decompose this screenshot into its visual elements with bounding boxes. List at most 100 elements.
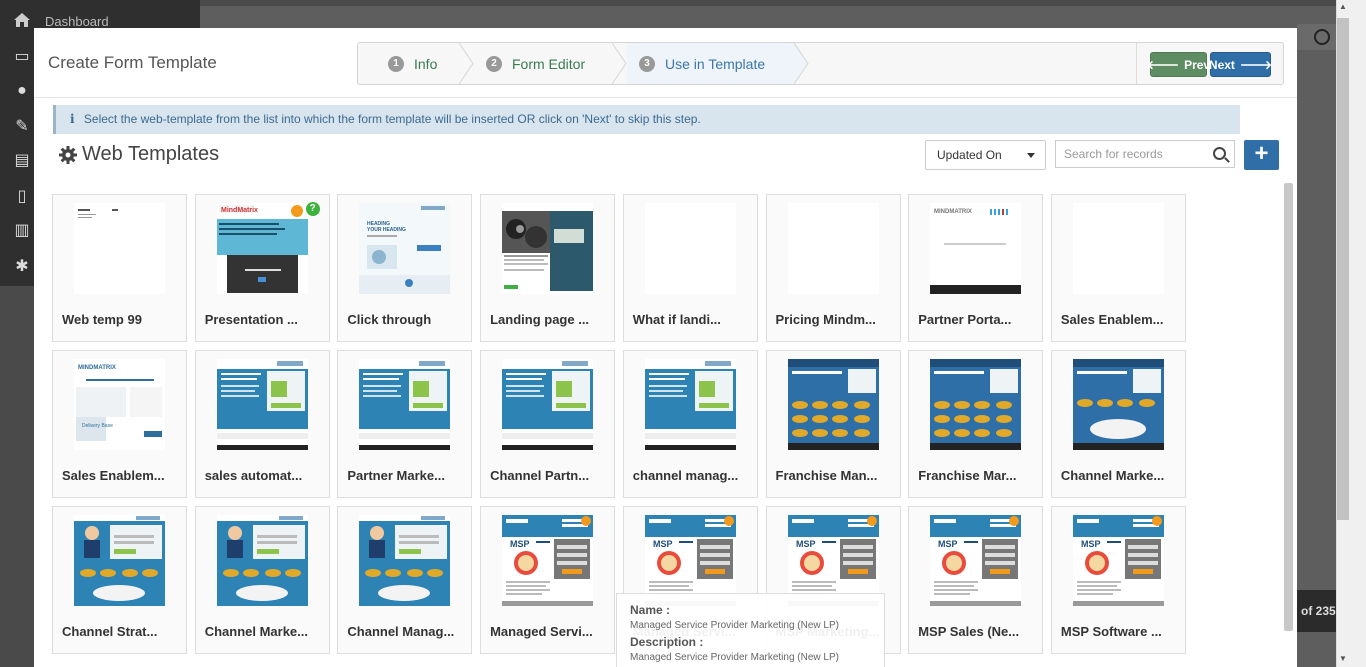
search-input[interactable]: [1056, 141, 1206, 167]
template-thumbnail[interactable]: [644, 203, 736, 294]
template-thumbnail[interactable]: [216, 359, 308, 450]
template-name: Click through: [347, 312, 432, 327]
template-card[interactable]: Sales Enablem...: [1050, 194, 1186, 342]
template-thumbnail[interactable]: MSP: [502, 515, 594, 606]
template-thumbnail[interactable]: [502, 359, 594, 450]
files-icon[interactable]: ▤: [11, 150, 33, 172]
template-thumbnail[interactable]: [74, 515, 165, 606]
template-card[interactable]: Partner Marke...: [337, 350, 473, 498]
template-card[interactable]: MSP MSP Software ...: [1050, 506, 1186, 654]
page-scroll-thumb[interactable]: [1337, 18, 1349, 520]
chart-icon[interactable]: ▥: [11, 220, 33, 242]
thumbnail-image: [787, 359, 879, 450]
template-card[interactable]: MindMatrix? Presentation ...: [194, 194, 330, 342]
template-card[interactable]: sales automat...: [194, 350, 330, 498]
template-card[interactable]: What if landi...: [622, 194, 758, 342]
step-use-in-template[interactable]: 3 Use in Template: [627, 43, 795, 84]
step-separator: [459, 43, 474, 84]
wrench-icon[interactable]: ✎: [11, 116, 33, 138]
template-thumbnail[interactable]: [216, 515, 308, 606]
template-card[interactable]: Landing page ...: [480, 194, 616, 342]
template-thumbnail[interactable]: [644, 359, 736, 450]
wizard-divider: [1136, 43, 1137, 84]
step-separator: [612, 43, 627, 84]
template-card[interactable]: Channel Strat...: [52, 506, 187, 654]
template-name: Channel Marke...: [1060, 468, 1165, 483]
tooltip-desc-label: Description :: [630, 635, 704, 649]
search-icon[interactable]: [1213, 147, 1226, 160]
modal-scroll-thumb[interactable]: [1284, 183, 1293, 631]
next-label: Next: [1208, 57, 1235, 72]
template-name: Partner Porta...: [918, 312, 1012, 327]
template-name: Pricing Mindm...: [775, 312, 876, 327]
template-name: Franchise Man...: [775, 468, 878, 483]
selected-check-icon: ?: [305, 202, 320, 216]
template-thumbnail[interactable]: [930, 359, 1022, 450]
template-name: sales automat...: [204, 468, 303, 483]
caret-down-icon: [1027, 153, 1035, 158]
scroll-up-icon[interactable]: ▲: [1339, 2, 1347, 11]
template-thumbnail[interactable]: [359, 515, 451, 606]
thumbnail-image: [644, 359, 736, 450]
template-card[interactable]: MSP MSP Sales (Ne...: [908, 506, 1044, 654]
template-thumbnail[interactable]: [359, 359, 451, 450]
thumbnail-image: MINDMATRIX Delivery Base: [74, 359, 165, 450]
settings-icon[interactable]: ✱: [11, 256, 33, 278]
search-box: [1055, 140, 1235, 168]
dashboard-link[interactable]: Dashboard: [45, 14, 109, 29]
template-card[interactable]: MSP Managed Servi...: [480, 506, 616, 654]
template-card[interactable]: Channel Partn...: [480, 350, 616, 498]
template-name: Web temp 99: [62, 312, 142, 327]
template-card[interactable]: Franchise Man...: [765, 350, 901, 498]
template-thumbnail[interactable]: HEADING YOUR HEADING: [359, 203, 451, 294]
template-name: Managed Servi...: [490, 624, 593, 639]
template-card[interactable]: Channel Marke...: [194, 506, 330, 654]
sort-select[interactable]: Updated On: [925, 140, 1046, 170]
template-card[interactable]: HEADING YOUR HEADING Click through: [337, 194, 473, 342]
home-icon: [14, 13, 30, 27]
template-thumbnail[interactable]: MINDMATRIX: [930, 203, 1022, 294]
add-template-button[interactable]: +: [1244, 140, 1279, 170]
template-thumbnail[interactable]: MSP: [930, 515, 1022, 606]
template-thumbnail[interactable]: [502, 203, 594, 294]
template-card[interactable]: MINDMATRIX Delivery Base Sales Enablem...: [52, 350, 187, 498]
page-scrollbar[interactable]: ▲ ▼: [1336, 0, 1366, 667]
template-card[interactable]: Channel Marke...: [1050, 350, 1186, 498]
template-thumbnail[interactable]: [787, 359, 879, 450]
inbox-icon[interactable]: ▭: [11, 46, 33, 68]
template-card[interactable]: Pricing Mindm...: [765, 194, 901, 342]
template-thumbnail[interactable]: [787, 203, 879, 294]
template-card[interactable]: Channel Manag...: [337, 506, 473, 654]
thumbnail-image: [644, 203, 736, 294]
template-thumbnail[interactable]: MSP: [1072, 515, 1164, 606]
template-card[interactable]: MINDMATRIX Partner Porta...: [908, 194, 1044, 342]
svg-text:MSP: MSP: [1081, 539, 1101, 549]
template-name: Franchise Mar...: [918, 468, 1017, 483]
next-button[interactable]: Next 🡒: [1208, 52, 1272, 77]
thumbnail-image: HEADINGYOUR HEADING: [359, 203, 451, 294]
step-form-editor[interactable]: 2 Form Editor: [476, 43, 614, 84]
template-name: MSP Sales (Ne...: [918, 624, 1020, 639]
thumbnail-image: MSP: [502, 515, 594, 606]
template-thumbnail[interactable]: MINDMATRIX Delivery Base: [74, 359, 165, 450]
template-thumbnail[interactable]: MindMatrix: [216, 203, 308, 294]
thumbnail-image: [502, 203, 594, 294]
template-thumbnail[interactable]: [1072, 359, 1164, 450]
bg-search-icon: [1314, 29, 1330, 45]
document-icon[interactable]: ▯: [11, 186, 33, 208]
template-thumbnail[interactable]: [74, 203, 165, 294]
info-icon: i: [70, 112, 75, 126]
template-card[interactable]: Web temp 99: [52, 194, 187, 342]
step-label: Info: [414, 55, 438, 72]
prev-button[interactable]: 🡐 Prev: [1147, 52, 1210, 77]
template-card[interactable]: channel manag...: [622, 350, 758, 498]
template-thumbnail[interactable]: [1072, 203, 1164, 294]
template-card[interactable]: Franchise Mar...: [908, 350, 1044, 498]
thumbnail-image: MSP: [1072, 515, 1164, 606]
users-icon[interactable]: ●: [11, 80, 33, 102]
section-title-text: Web Templates: [82, 143, 220, 165]
scroll-down-icon[interactable]: ▼: [1339, 654, 1347, 663]
modal-title: Create Form Template: [48, 53, 217, 72]
svg-text:MSP: MSP: [510, 539, 530, 549]
tooltip-desc-value: Managed Service Provider Marketing (New …: [630, 652, 839, 663]
